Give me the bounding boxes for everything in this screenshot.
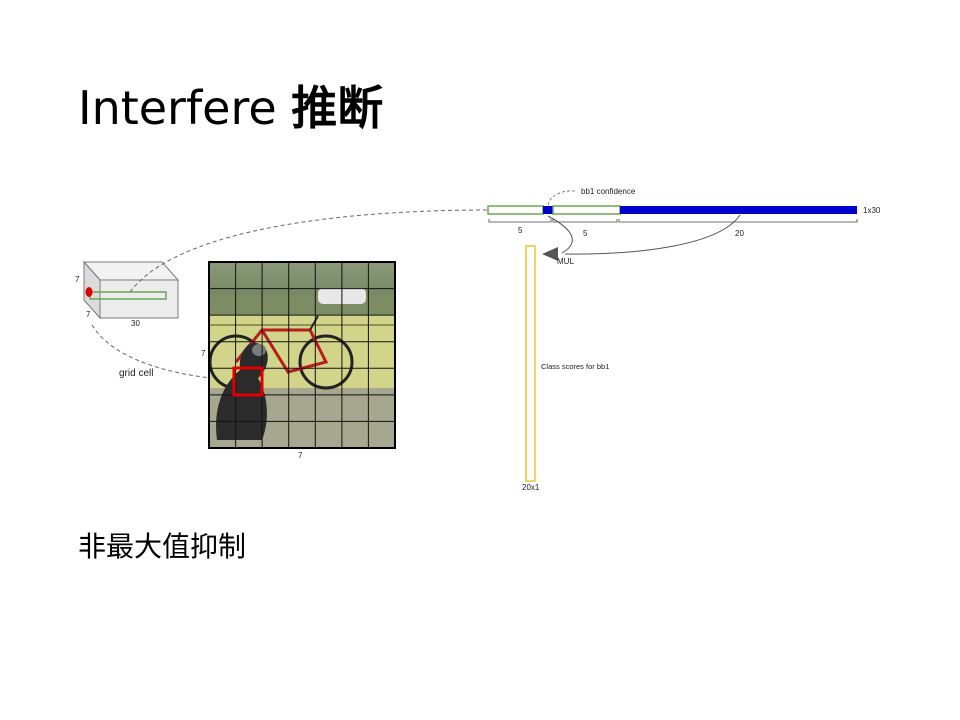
confidence-label: bb1 confidence (581, 187, 636, 196)
tensor-cell-highlight (85, 287, 93, 297)
class-score-bar (525, 245, 536, 482)
brace-classes (618, 219, 858, 223)
tensor-width-label: 7 (86, 310, 91, 319)
image-bottom-label: 7 (298, 451, 303, 460)
vector-class-segment (620, 206, 857, 214)
vector-box1-segment (487, 205, 544, 215)
tensor-depth-label: 30 (131, 319, 140, 328)
grid-cell-label: grid cell (119, 368, 153, 379)
confidence-leader (547, 190, 577, 206)
vector-size-label: 1x30 (863, 206, 881, 215)
image-side-label: 7 (201, 349, 206, 358)
yolo-inference-diagram: 7 7 30 grid cell 7 7 1x30 5 5 20 bb1 con… (75, 187, 881, 492)
mul-label: MUL (557, 257, 574, 266)
photo-dog-face (252, 344, 266, 356)
brace-box1 (488, 219, 552, 223)
brace-box2 (552, 219, 618, 223)
input-image: 7 7 (201, 261, 396, 460)
vector-confidence-cell (543, 206, 553, 214)
photo-lawn (209, 295, 395, 315)
mul-arrow-from-confidence (547, 215, 573, 254)
output-tensor: 7 7 30 (75, 260, 180, 328)
nms-text: 非最大值抑制 (78, 530, 247, 563)
mul-arrow-from-classes (564, 214, 741, 255)
prediction-vector: 1x30 5 5 20 (487, 205, 881, 238)
segment-label-box1: 5 (518, 226, 523, 235)
class-scores-label: Class scores for bb1 (541, 362, 609, 371)
tensor-height-label: 7 (75, 275, 80, 284)
class-score-vector: Class scores for bb1 20x1 (522, 245, 609, 492)
mul-arrowhead (542, 247, 558, 261)
photo-scene (209, 262, 395, 448)
vector-box2-segment (552, 205, 621, 215)
segment-label-box2: 5 (583, 229, 588, 238)
class-vector-size-label: 20x1 (522, 483, 540, 492)
segment-label-classes: 20 (735, 229, 744, 238)
